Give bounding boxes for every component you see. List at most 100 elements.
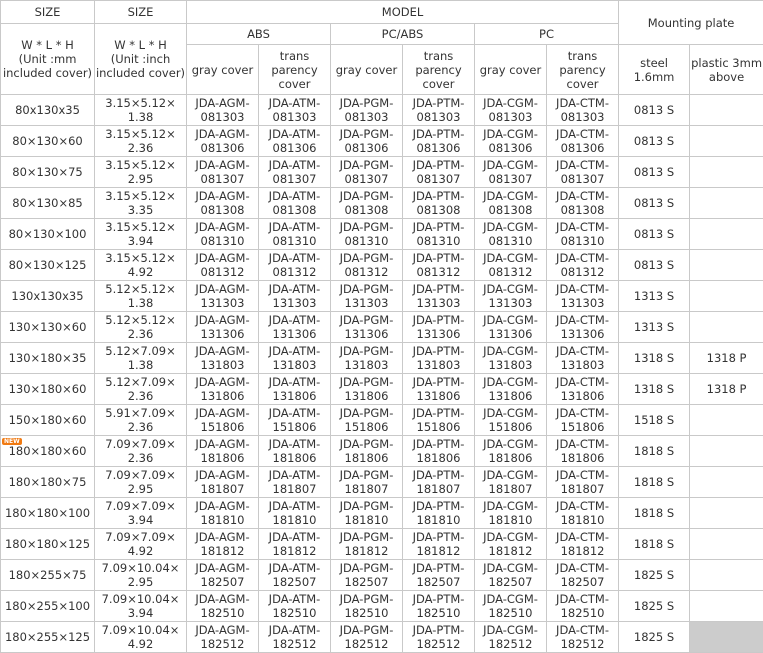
- pcabs-transparency-model-cell: JDA-PTM-131803: [403, 343, 475, 374]
- pc-transparency-model-cell: JDA-CTM-182512: [547, 622, 619, 653]
- pcabs-transparency-model-cell: JDA-PTM-131306: [403, 312, 475, 343]
- plastic-plate-cell: [690, 126, 763, 157]
- pc-abs-header: PC/ABS: [331, 24, 475, 45]
- pcabs-transparency-model-cell: JDA-PTM-081303: [403, 95, 475, 126]
- table-row: 130×130×605.12×5.12×2.36JDA-AGM-131306JD…: [1, 312, 763, 343]
- pcabs-gray-model-cell: JDA-PGM-081303: [331, 95, 403, 126]
- pcabs-gray-model-cell: JDA-PGM-081312: [331, 250, 403, 281]
- abs-transparency-model-cell: JDA-ATM-131306: [259, 312, 331, 343]
- steel-plate-cell: 1825 S: [619, 622, 690, 653]
- pc-transparency-model-cell: JDA-CTM-081306: [547, 126, 619, 157]
- steel-plate-cell: 1818 S: [619, 467, 690, 498]
- size-mm-cell: 180×180×100: [1, 498, 95, 529]
- pc-transparency-model-cell: JDA-CTM-181806: [547, 436, 619, 467]
- plastic-plate-cell: [690, 188, 763, 219]
- abs-gray-model-cell: JDA-AGM-181807: [187, 467, 259, 498]
- pc-gray-model-cell: JDA-CGM-081306: [475, 126, 547, 157]
- table-row: 180×255×1257.09×10.04×4.92JDA-AGM-182512…: [1, 622, 763, 653]
- pcabs-gray-model-cell: JDA-PGM-081307: [331, 157, 403, 188]
- size-mm-header: SIZE: [1, 1, 95, 24]
- pc-gray-model-cell: JDA-CGM-081312: [475, 250, 547, 281]
- size-inch-cell: 7.09×7.09×4.92: [95, 529, 187, 560]
- size-mm-cell: 80x130x35: [1, 95, 95, 126]
- pc-transparency-model-cell: JDA-CTM-181812: [547, 529, 619, 560]
- abs-transparency-model-cell: JDA-ATM-181810: [259, 498, 331, 529]
- abs-transparency-model-cell: JDA-ATM-081310: [259, 219, 331, 250]
- abs-transparency-model-cell: JDA-ATM-081307: [259, 157, 331, 188]
- plastic-plate-cell: 1318 P: [690, 343, 763, 374]
- pc-header: PC: [475, 24, 619, 45]
- size-mm-subheader: W * L * H(Unit :mmincluded cover): [1, 24, 95, 95]
- pc-transparency-model-cell: JDA-CTM-131306: [547, 312, 619, 343]
- table-row: 80×130×853.15×5.12×3.35JDA-AGM-081308JDA…: [1, 188, 763, 219]
- size-mm-cell: 180×255×100: [1, 591, 95, 622]
- table-row: 80×130×753.15×5.12×2.95JDA-AGM-081307JDA…: [1, 157, 763, 188]
- pc-gray-model-cell: JDA-CGM-182510: [475, 591, 547, 622]
- steel-plate-header: steel1.6mm: [619, 45, 690, 95]
- abs-gray-model-cell: JDA-AGM-131303: [187, 281, 259, 312]
- abs-gray-cover-header: gray cover: [187, 45, 259, 95]
- spec-table-body: 80x130x353.15×5.12×1.38JDA-AGM-081303JDA…: [1, 95, 763, 653]
- pcabs-transparency-model-cell: JDA-PTM-181806: [403, 436, 475, 467]
- abs-transparency-model-cell: JDA-ATM-182507: [259, 560, 331, 591]
- steel-plate-cell: 0813 S: [619, 95, 690, 126]
- pcabs-transparency-model-cell: JDA-PTM-081312: [403, 250, 475, 281]
- plastic-plate-cell: [690, 219, 763, 250]
- abs-transparency-model-cell: JDA-ATM-181807: [259, 467, 331, 498]
- abs-gray-model-cell: JDA-AGM-131306: [187, 312, 259, 343]
- size-inch-cell: 3.15×5.12×2.95: [95, 157, 187, 188]
- size-inch-cell: 3.15×5.12×1.38: [95, 95, 187, 126]
- steel-plate-cell: 1825 S: [619, 560, 690, 591]
- size-inch-cell: 5.91×7.09×2.36: [95, 405, 187, 436]
- pc-gray-model-cell: JDA-CGM-131803: [475, 343, 547, 374]
- size-inch-cell: 7.09×7.09×2.36: [95, 436, 187, 467]
- table-row: 180×180×1007.09×7.09×3.94JDA-AGM-181810J…: [1, 498, 763, 529]
- abs-gray-model-cell: JDA-AGM-182507: [187, 560, 259, 591]
- size-mm-cell: NEW180×180×60: [1, 436, 95, 467]
- steel-plate-cell: 1313 S: [619, 281, 690, 312]
- steel-plate-cell: 1318 S: [619, 374, 690, 405]
- size-mm-cell: 130×180×60: [1, 374, 95, 405]
- pcabs-gray-model-cell: JDA-PGM-131806: [331, 374, 403, 405]
- size-mm-cell: 180×180×75: [1, 467, 95, 498]
- abs-gray-model-cell: JDA-AGM-081306: [187, 126, 259, 157]
- enclosure-spec-table: SIZE SIZE MODEL Mounting plate W * L * H…: [0, 0, 763, 653]
- pcabs-transparency-model-cell: JDA-PTM-081310: [403, 219, 475, 250]
- abs-transparency-model-cell: JDA-ATM-182512: [259, 622, 331, 653]
- pcabs-gray-model-cell: JDA-PGM-181812: [331, 529, 403, 560]
- size-mm-cell: 150×180×60: [1, 405, 95, 436]
- plastic-plate-cell: [690, 157, 763, 188]
- pc-gray-model-cell: JDA-CGM-151806: [475, 405, 547, 436]
- pcabs-transparency-model-cell: JDA-PTM-131806: [403, 374, 475, 405]
- size-inch-cell: 5.12×7.09×2.36: [95, 374, 187, 405]
- size-inch-cell: 7.09×7.09×3.94: [95, 498, 187, 529]
- plastic-plate-cell: [690, 529, 763, 560]
- abs-gray-model-cell: JDA-AGM-081310: [187, 219, 259, 250]
- pc-gray-model-cell: JDA-CGM-131306: [475, 312, 547, 343]
- pcabs-gray-model-cell: JDA-PGM-181807: [331, 467, 403, 498]
- pcabs-gray-model-cell: JDA-PGM-081306: [331, 126, 403, 157]
- abs-gray-model-cell: JDA-AGM-181806: [187, 436, 259, 467]
- pcabs-transparency-cover-header: transparencycover: [403, 45, 475, 95]
- pc-transparency-cover-header: transparencycover: [547, 45, 619, 95]
- plastic-plate-cell: [690, 498, 763, 529]
- size-inch-cell: 7.09×7.09×2.95: [95, 467, 187, 498]
- pcabs-gray-model-cell: JDA-PGM-131803: [331, 343, 403, 374]
- table-row: 80x130x353.15×5.12×1.38JDA-AGM-081303JDA…: [1, 95, 763, 126]
- size-mm-cell: 180×255×75: [1, 560, 95, 591]
- size-inch-cell: 5.12×7.09×1.38: [95, 343, 187, 374]
- abs-transparency-model-cell: JDA-ATM-081303: [259, 95, 331, 126]
- plastic-plate-cell: [690, 560, 763, 591]
- pcabs-gray-model-cell: JDA-PGM-182510: [331, 591, 403, 622]
- pcabs-gray-model-cell: JDA-PGM-181810: [331, 498, 403, 529]
- size-inch-cell: 7.09×10.04×3.94: [95, 591, 187, 622]
- steel-plate-cell: 1318 S: [619, 343, 690, 374]
- plastic-plate-cell: [690, 622, 763, 653]
- table-row: 150×180×605.91×7.09×2.36JDA-AGM-151806JD…: [1, 405, 763, 436]
- pcabs-transparency-model-cell: JDA-PTM-081308: [403, 188, 475, 219]
- pcabs-transparency-model-cell: JDA-PTM-182507: [403, 560, 475, 591]
- plastic-plate-cell: [690, 312, 763, 343]
- pcabs-gray-cover-header: gray cover: [331, 45, 403, 95]
- steel-plate-cell: 0813 S: [619, 157, 690, 188]
- pcabs-gray-model-cell: JDA-PGM-131303: [331, 281, 403, 312]
